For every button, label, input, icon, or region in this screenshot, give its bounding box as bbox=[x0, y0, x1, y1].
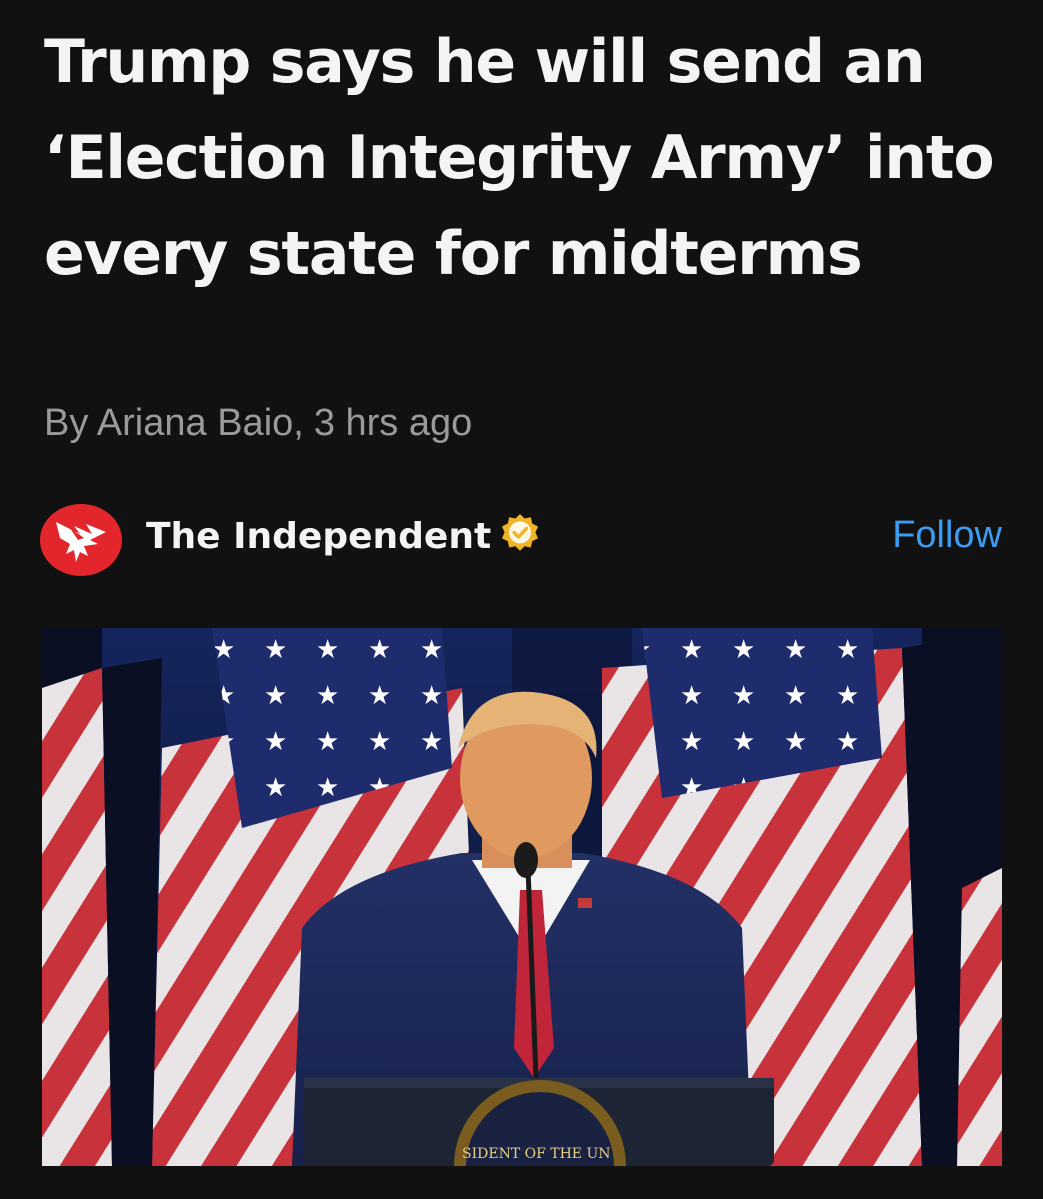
follow-button[interactable]: Follow bbox=[892, 514, 1002, 557]
publisher-row: The Independent Follow bbox=[40, 500, 1002, 580]
verified-badge-icon bbox=[502, 514, 539, 551]
eagle-icon bbox=[56, 522, 106, 562]
article-headline[interactable]: Trump says he will send an ‘Election Int… bbox=[44, 14, 1004, 302]
podium-seal-text: SIDENT OF THE UN bbox=[462, 1146, 611, 1162]
article-photo-scene: ★ bbox=[42, 628, 1002, 1166]
publisher-logo[interactable] bbox=[40, 504, 122, 576]
byline-timestamp: 3 hrs ago bbox=[313, 402, 473, 444]
publisher-name[interactable]: The Independent bbox=[146, 512, 541, 557]
byline: By Ariana Baio, 3 hrs ago bbox=[44, 402, 472, 445]
byline-author[interactable]: By Ariana Baio, bbox=[44, 402, 304, 444]
publisher-name-text: The Independent bbox=[146, 516, 492, 557]
article-photo[interactable]: ★ bbox=[42, 628, 1002, 1166]
